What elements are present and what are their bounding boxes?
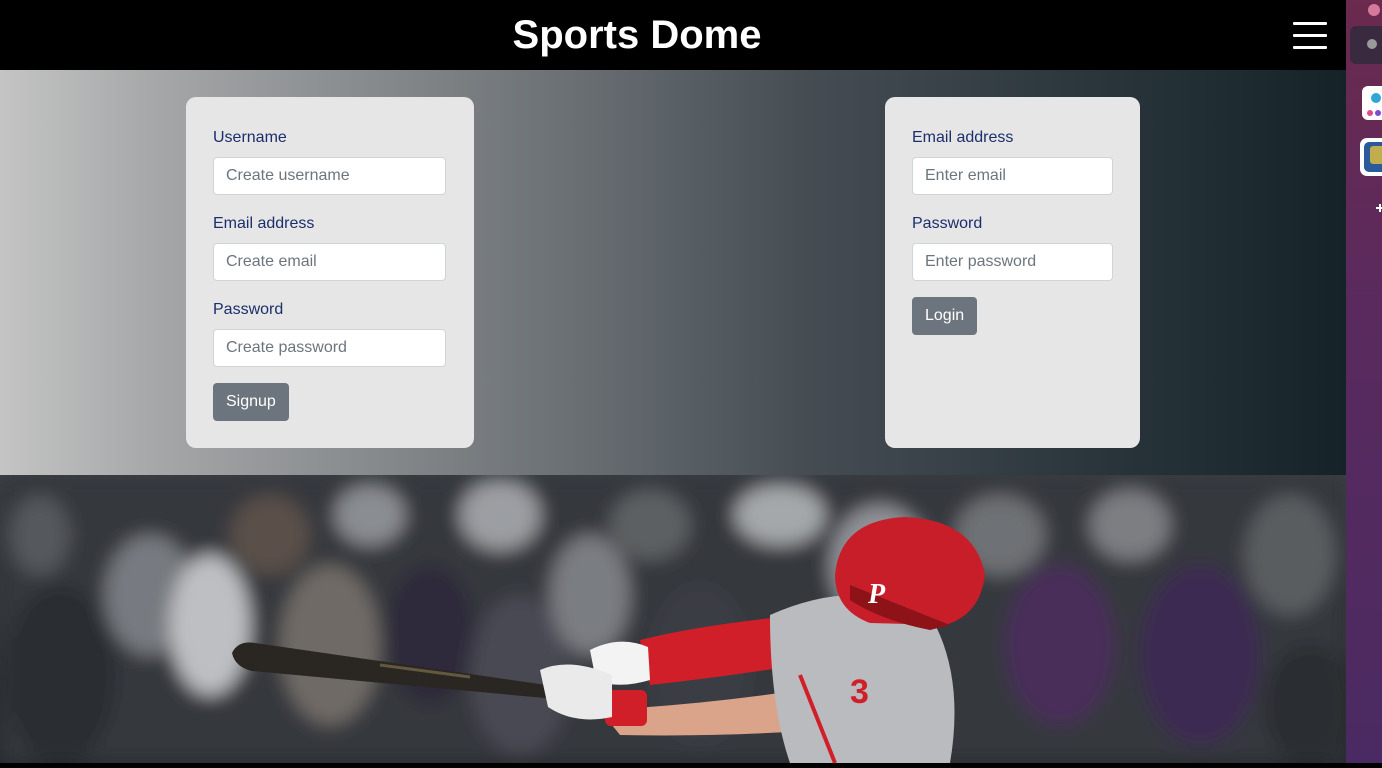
login-form: Email address Password Login	[885, 97, 1140, 448]
hero-section: Username Email address Password Signup E…	[0, 70, 1346, 475]
username-label: Username	[213, 129, 287, 146]
brand-title[interactable]: Sports Dome	[0, 12, 1274, 58]
os-sidebar-icons	[1350, 4, 1382, 212]
page: Sports Dome Username Email address Passw…	[0, 0, 1346, 763]
signup-email-input[interactable]	[213, 243, 446, 281]
hamburger-menu-icon[interactable]	[1293, 22, 1327, 50]
signup-password-input[interactable]	[213, 329, 446, 367]
jersey-number: 3	[850, 673, 869, 711]
os-sidebar	[1346, 0, 1382, 763]
add-icon[interactable]	[1376, 204, 1382, 212]
baseball-player-photo: 3 P	[0, 475, 1346, 763]
login-email-label: Email address	[912, 129, 1014, 146]
signup-email-label: Email address	[213, 215, 315, 232]
app-icon-1[interactable]	[1362, 86, 1382, 120]
status-dot-icon	[1367, 39, 1377, 49]
signup-form: Username Email address Password Signup	[186, 97, 474, 448]
login-email-input[interactable]	[912, 157, 1113, 195]
username-input[interactable]	[213, 157, 446, 195]
navbar: Sports Dome	[0, 0, 1346, 70]
app-icon-2[interactable]	[1360, 138, 1382, 176]
signup-button[interactable]: Signup	[213, 383, 289, 421]
helmet-logo: P	[867, 579, 886, 610]
signup-password-label: Password	[213, 301, 284, 318]
login-password-input[interactable]	[912, 243, 1113, 281]
login-button[interactable]: Login	[912, 297, 978, 335]
login-password-label: Password	[912, 215, 983, 232]
sidebar-panel	[1350, 26, 1382, 64]
apple-icon[interactable]	[1368, 4, 1380, 16]
baseball-batter-illustration: 3 P	[0, 475, 1346, 763]
